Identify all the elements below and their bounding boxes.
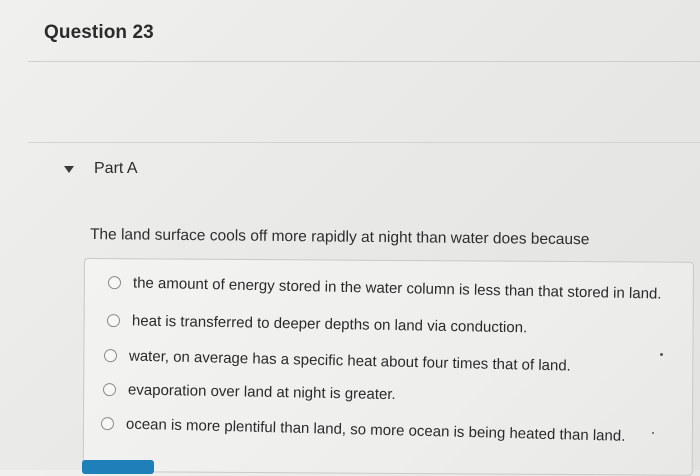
header-divider [28,61,700,62]
radio-unselected-icon[interactable] [106,314,121,328]
part-a-toggle[interactable]: Part A [64,160,138,178]
question-prompt: The land surface cools off more rapidly … [89,226,590,249]
caret-down-icon [64,166,74,173]
submit-button[interactable] [82,460,154,474]
part-divider [28,142,700,143]
radio-unselected-icon[interactable] [100,417,115,431]
screen-speck [652,432,654,434]
radio-unselected-icon[interactable] [107,276,122,290]
radio-unselected-icon[interactable] [103,349,118,363]
radio-unselected-icon[interactable] [102,383,117,397]
question-title: Question 23 [44,22,154,43]
part-label: Part A [94,160,138,177]
screen-speck [660,353,663,356]
